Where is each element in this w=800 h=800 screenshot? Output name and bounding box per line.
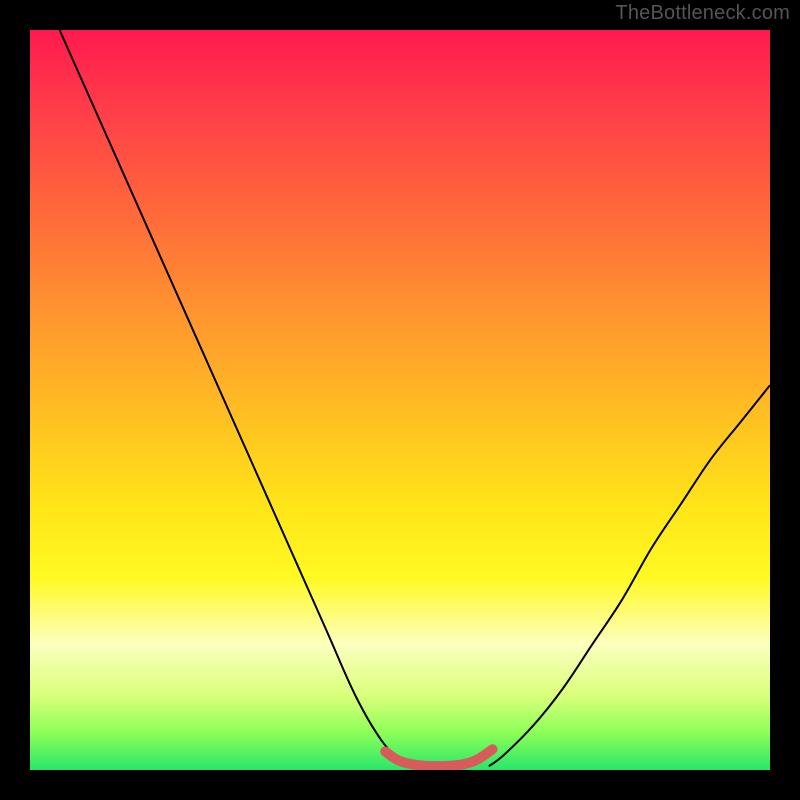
left-curve: [60, 30, 415, 766]
right-curve: [489, 385, 770, 766]
watermark-text: TheBottleneck.com: [615, 2, 790, 25]
chart-frame: TheBottleneck.com: [0, 0, 800, 800]
curve-svg: [30, 30, 770, 770]
plot-area: [30, 30, 770, 770]
trough-highlight: [385, 749, 492, 766]
